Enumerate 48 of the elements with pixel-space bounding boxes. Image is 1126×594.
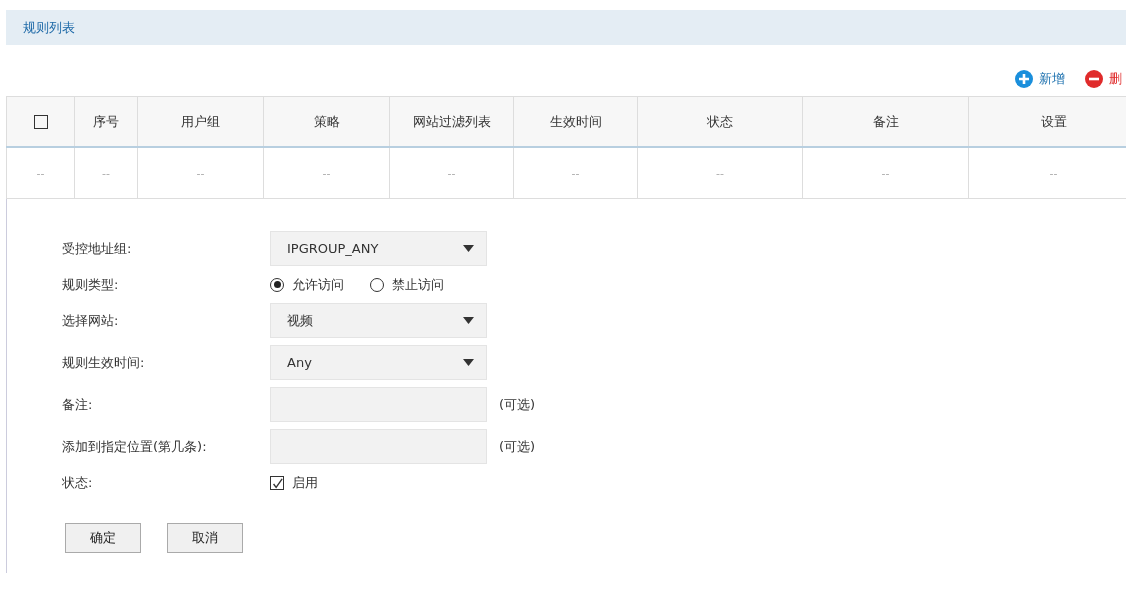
table-cell: -- — [36, 166, 45, 180]
field-label: 规则类型: — [62, 275, 120, 294]
input-field[interactable] — [270, 429, 487, 464]
column-header: 状态 — [707, 112, 733, 131]
table-cell: -- — [102, 166, 110, 180]
table-cell: -- — [716, 166, 724, 180]
caret-icon — [463, 359, 474, 366]
toolbar-link[interactable]: 删 — [1085, 69, 1122, 88]
dropdown[interactable]: Any — [270, 345, 487, 380]
form-button[interactable]: 确定 — [65, 523, 141, 553]
remove-icon — [1085, 69, 1103, 88]
table-cell: -- — [881, 166, 890, 180]
radio-label: 允许访问 — [292, 275, 344, 294]
section-title: 规则列表 — [23, 18, 75, 37]
field-label: 选择网站: — [62, 311, 120, 330]
radio-label: 禁止访问 — [392, 275, 444, 294]
column-header: 序号 — [93, 112, 119, 131]
select-all-checkbox[interactable] — [33, 114, 48, 129]
dropdown[interactable]: IPGROUP_ANY — [270, 231, 487, 266]
table-cell: -- — [196, 166, 205, 180]
column-header: 网站过滤列表 — [412, 112, 491, 131]
add-icon — [1015, 69, 1033, 88]
column-header: 用户组 — [181, 112, 220, 131]
form-button[interactable]: 取消 — [167, 523, 243, 553]
table-cell: -- — [1049, 166, 1058, 180]
caret-icon — [463, 245, 474, 252]
table-cell: -- — [322, 166, 331, 180]
column-header: 备注 — [872, 112, 899, 131]
field-label: 状态: — [62, 473, 94, 492]
table-cell: -- — [447, 166, 456, 180]
table-cell: -- — [571, 166, 580, 180]
radio-option[interactable]: 禁止访问 — [370, 275, 444, 294]
input-field[interactable] — [270, 387, 487, 422]
field-label: 添加到指定位置(第几条): — [62, 437, 208, 456]
column-header: 生效时间 — [549, 112, 602, 131]
field-label: 备注: — [62, 395, 94, 414]
column-header: 设置 — [1040, 112, 1067, 131]
column-header: 策略 — [313, 112, 340, 131]
optional-hint: (可选) — [499, 395, 536, 414]
toolbar-link[interactable]: 新增 — [1015, 69, 1065, 88]
caret-icon — [463, 317, 474, 324]
dropdown[interactable]: 视频 — [270, 303, 487, 338]
radio-option[interactable]: 允许访问 — [270, 275, 344, 294]
field-label: 受控地址组: — [62, 239, 133, 258]
optional-hint: (可选) — [499, 437, 536, 456]
checkbox-label: 启用 — [292, 473, 318, 492]
checkbox[interactable] — [270, 475, 284, 490]
field-label: 规则生效时间: — [62, 353, 146, 372]
